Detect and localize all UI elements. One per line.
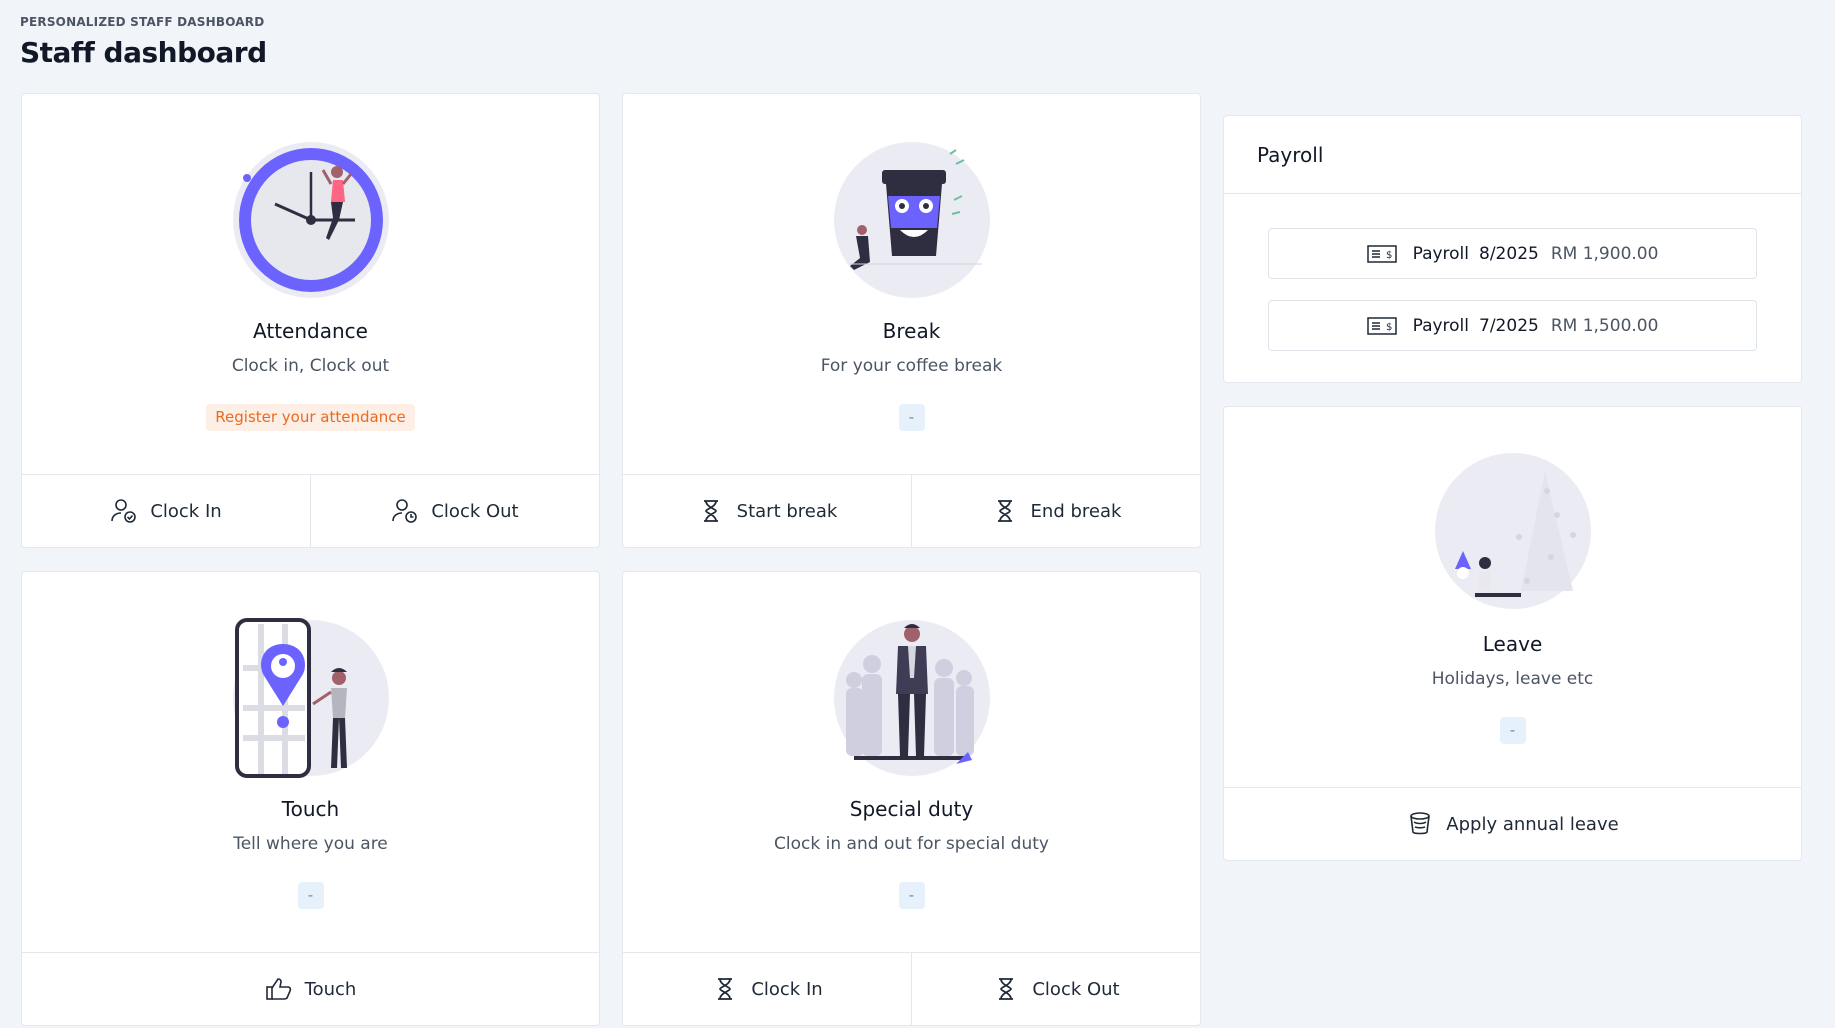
end-break-label: End break bbox=[1030, 500, 1122, 522]
leave-subtitle: Holidays, leave etc bbox=[1431, 669, 1594, 689]
break-status-badge: - bbox=[898, 404, 925, 431]
special-duty-illustration bbox=[833, 620, 990, 776]
coffee-cup-icon bbox=[1410, 812, 1431, 835]
attendance-illustration bbox=[232, 142, 389, 298]
touch-status-badge: - bbox=[297, 882, 324, 909]
payroll-item-period: 7/2025 bbox=[1479, 315, 1539, 336]
money-bill-icon: $ bbox=[1366, 244, 1397, 263]
payroll-item[interactable]: $ Payroll 8/2025 RM 1,900.00 bbox=[1268, 228, 1757, 279]
hourglass-icon bbox=[997, 500, 1012, 522]
hourglass-icon bbox=[703, 500, 718, 522]
touch-title: Touch bbox=[281, 797, 340, 821]
page-eyebrow: PERSONALIZED STAFF DASHBOARD bbox=[20, 15, 265, 29]
page-title: Staff dashboard bbox=[20, 36, 267, 69]
apply-annual-leave-label: Apply annual leave bbox=[1446, 813, 1619, 835]
break-illustration bbox=[833, 142, 990, 298]
money-bill-icon: $ bbox=[1366, 316, 1397, 335]
clock-out-label: Clock Out bbox=[431, 500, 519, 522]
special-duty-card: Special duty Clock in and out for specia… bbox=[622, 571, 1201, 1026]
attendance-subtitle: Clock in, Clock out bbox=[231, 356, 390, 376]
payroll-item-label: Payroll bbox=[1412, 243, 1470, 264]
payroll-card: Payroll $ Payroll 8/2025 RM 1,900.00 $ P… bbox=[1223, 115, 1802, 383]
hourglass-icon bbox=[999, 978, 1014, 1000]
attendance-status-badge: Register your attendance bbox=[206, 404, 415, 431]
leave-card: Leave Holidays, leave etc - Apply annual… bbox=[1223, 406, 1802, 861]
special-clock-in-label: Clock In bbox=[751, 978, 823, 1000]
touch-label: Touch bbox=[304, 978, 357, 1000]
payroll-item-label: Payroll bbox=[1412, 315, 1470, 336]
break-subtitle: For your coffee break bbox=[820, 356, 1003, 376]
svg-text:$: $ bbox=[1386, 250, 1392, 261]
user-check-icon bbox=[111, 499, 137, 523]
attendance-title: Attendance bbox=[253, 319, 368, 343]
special-duty-subtitle: Clock in and out for special duty bbox=[774, 834, 1049, 854]
end-break-button[interactable]: End break bbox=[911, 475, 1200, 547]
touch-button[interactable]: Touch bbox=[22, 953, 599, 1025]
special-clock-in-button[interactable]: Clock In bbox=[623, 953, 911, 1025]
payroll-item-amount: RM 1,900.00 bbox=[1550, 243, 1659, 264]
leave-status-badge: - bbox=[1499, 717, 1526, 744]
apply-annual-leave-button[interactable]: Apply annual leave bbox=[1224, 788, 1801, 860]
touch-illustration bbox=[232, 618, 389, 778]
payroll-item[interactable]: $ Payroll 7/2025 RM 1,500.00 bbox=[1268, 300, 1757, 351]
special-clock-out-label: Clock Out bbox=[1032, 978, 1120, 1000]
clock-in-label: Clock In bbox=[150, 500, 222, 522]
clock-out-button[interactable]: Clock Out bbox=[310, 475, 599, 547]
thumbs-up-icon bbox=[265, 978, 291, 1000]
touch-subtitle: Tell where you are bbox=[233, 834, 388, 854]
touch-card: Touch Tell where you are - Touch bbox=[21, 571, 600, 1026]
clock-in-button[interactable]: Clock In bbox=[22, 475, 310, 547]
hourglass-icon bbox=[718, 978, 733, 1000]
leave-title: Leave bbox=[1482, 632, 1543, 656]
svg-text:$: $ bbox=[1386, 322, 1392, 333]
payroll-title: Payroll bbox=[1224, 116, 1801, 194]
break-title: Break bbox=[882, 319, 941, 343]
special-duty-title: Special duty bbox=[849, 797, 974, 821]
leave-illustration bbox=[1434, 453, 1591, 609]
break-card: Break For your coffee break - Start brea… bbox=[622, 93, 1201, 548]
special-duty-status-badge: - bbox=[898, 882, 925, 909]
payroll-item-period: 8/2025 bbox=[1479, 243, 1539, 264]
payroll-item-amount: RM 1,500.00 bbox=[1550, 315, 1659, 336]
start-break-button[interactable]: Start break bbox=[623, 475, 911, 547]
user-clock-icon bbox=[392, 499, 418, 523]
start-break-label: Start break bbox=[736, 500, 838, 522]
special-clock-out-button[interactable]: Clock Out bbox=[911, 953, 1200, 1025]
attendance-card: Attendance Clock in, Clock out Register … bbox=[21, 93, 600, 548]
